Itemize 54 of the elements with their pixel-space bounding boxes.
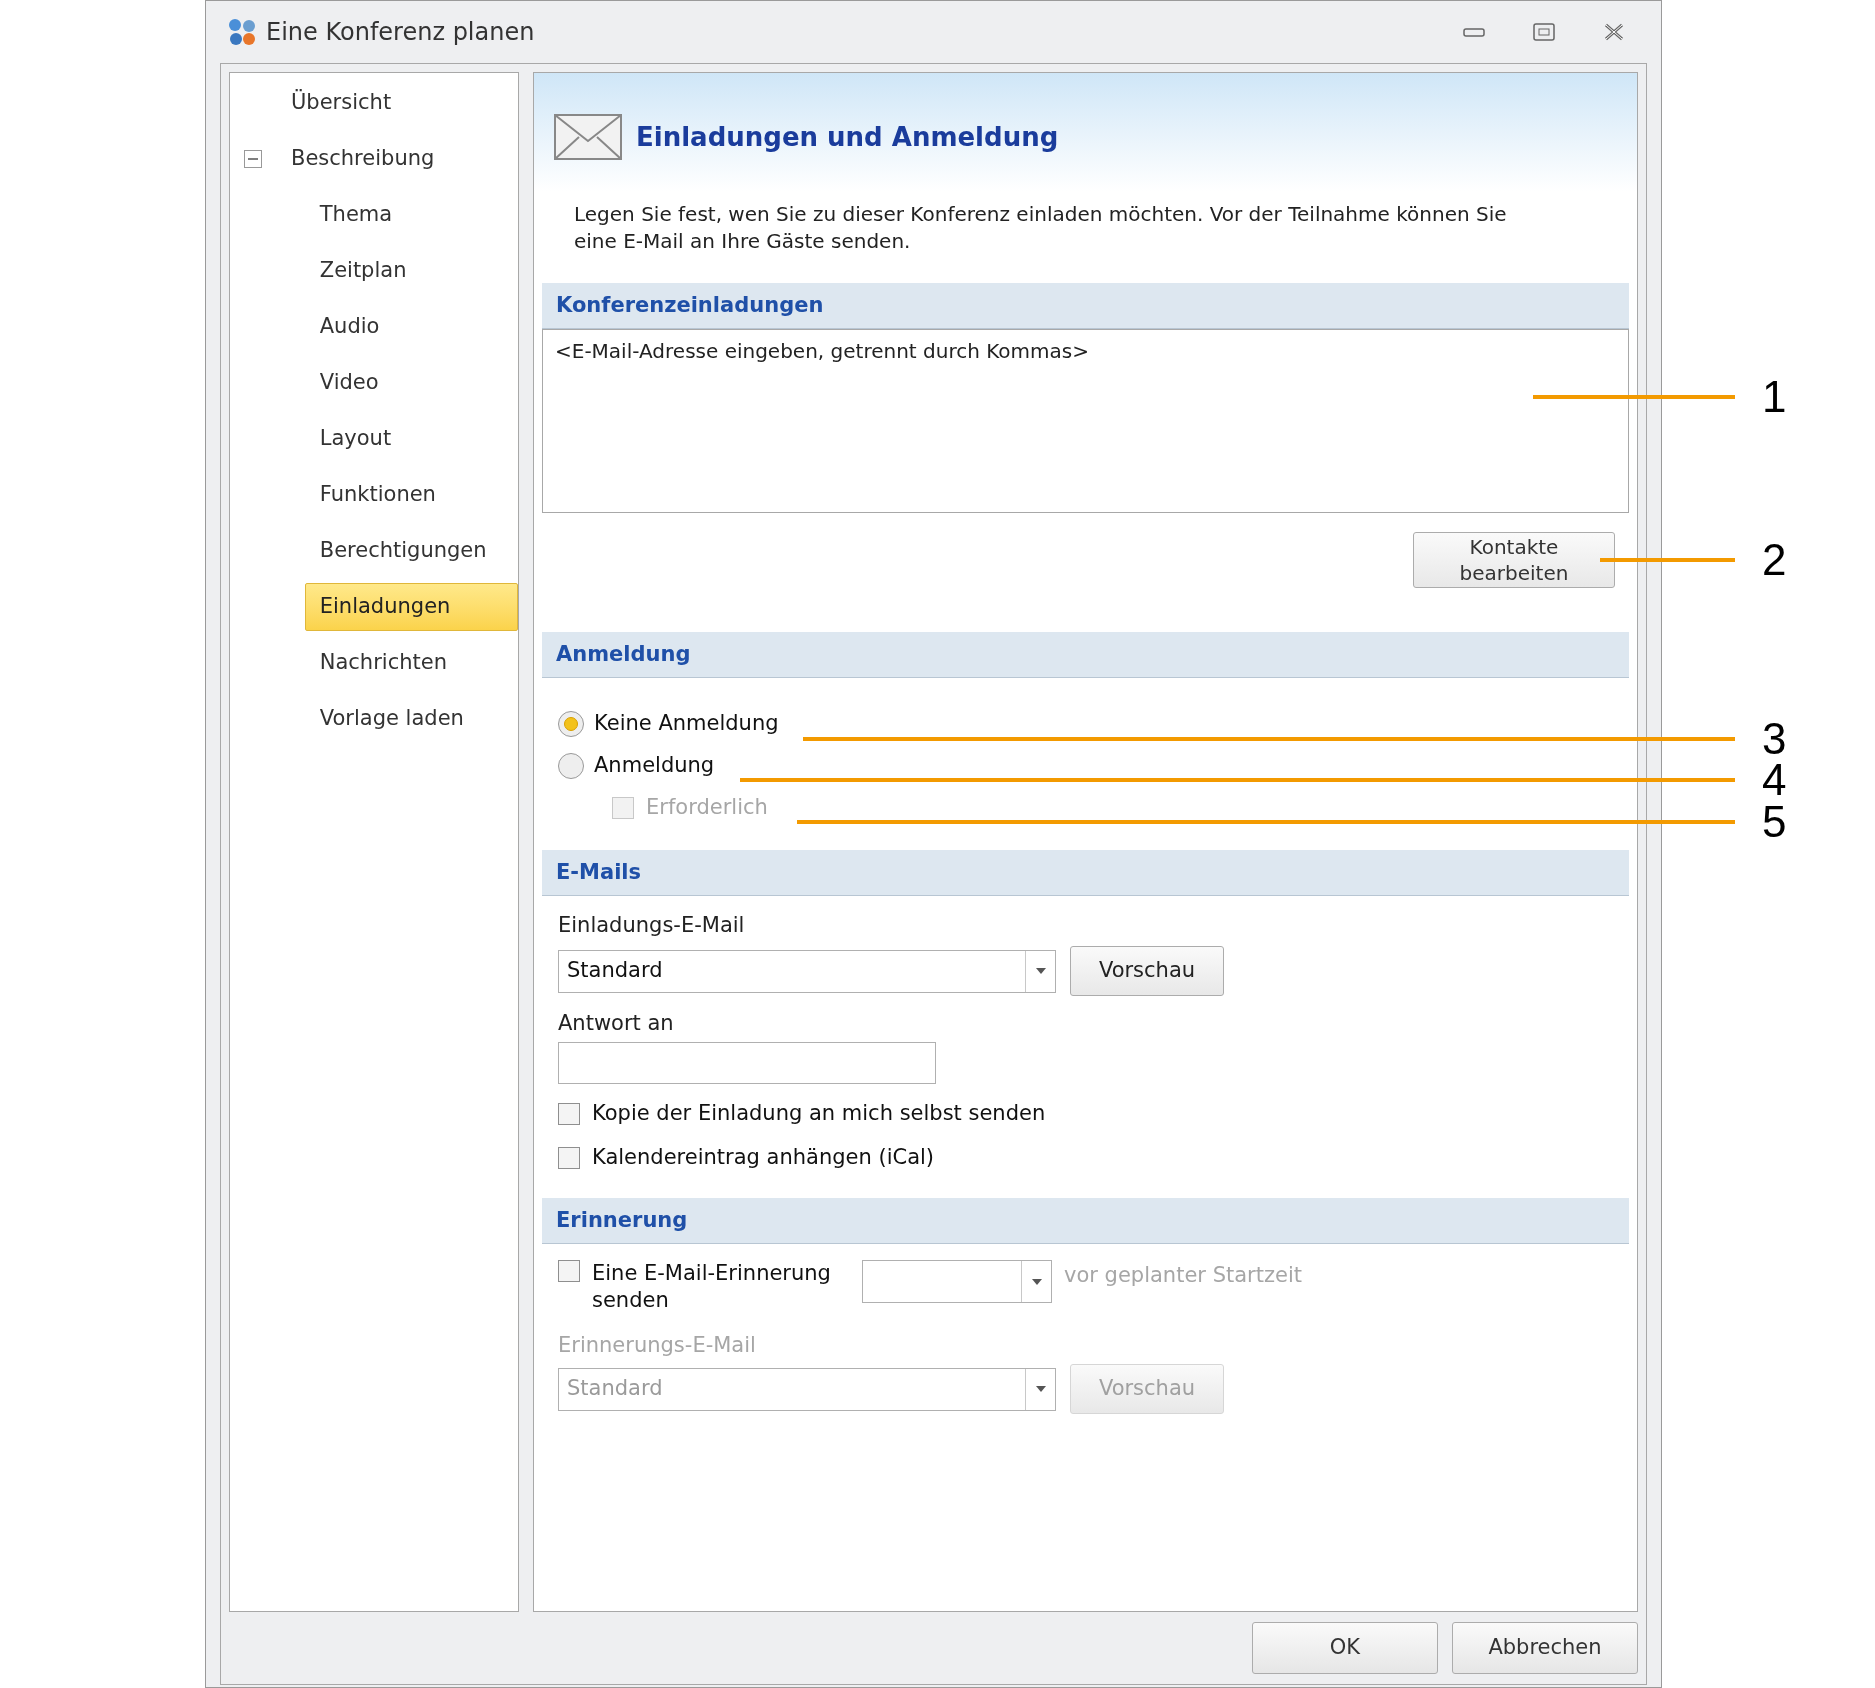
dropdown-value: Standard [566,1375,664,1403]
radio-label: Anmeldung [594,752,715,780]
close-icon[interactable] [1603,22,1625,42]
email-input-field[interactable]: <E-Mail-Adresse eingeben, getrennt durch Kommas> [542,329,1629,513]
app-logo-icon [226,17,258,47]
cancel-button[interactable]: Abbrechen [1452,1622,1638,1674]
edit-contacts-button[interactable]: Kontakte bearbeiten [1413,532,1615,588]
callout-number: 1 [1762,373,1787,421]
reminder-time-text: vor geplanter Startzeit [1064,1262,1302,1289]
sidebar-item[interactable]: Video [304,359,518,407]
sidebar-item[interactable]: Funktionen [304,471,518,519]
section-header: Anmeldung [542,632,1629,678]
dropdown-value: Standard [566,957,664,985]
radio-button[interactable] [558,753,584,779]
checkbox-label: Eine E-Mail-Erinnerung senden [592,1260,832,1314]
section-header: Konferenzeinladungen [542,283,1629,329]
sidebar-item[interactable]: Layout [304,415,518,463]
checkbox-label: Kalendereintrag anhängen (iCal) [592,1144,935,1172]
sidebar-item[interactable]: Berechtigungen [304,527,518,575]
radio-label: Keine Anmeldung [594,710,779,738]
field-label: Antwort an [558,1010,675,1037]
sidebar-item[interactable]: Nachrichten [304,639,518,687]
checkbox-label: Kopie der Einladung an mich selbst senden [592,1100,1046,1128]
sidebar-item[interactable]: Einladungen [304,583,518,631]
checkbox-label: Erforderlich [646,794,768,822]
page-title: Einladungen und Anmeldung [636,120,1059,154]
minimize-icon[interactable] [1463,26,1485,38]
radio-button[interactable] [558,711,584,737]
window-title: Eine Konferenz planen [266,17,535,48]
sidebar-item[interactable]: Vorlage laden [304,695,518,743]
dropdown[interactable]: Standard [558,949,1056,993]
field-label: Einladungs-E-Mail [558,912,746,939]
ok-button[interactable]: OK [1252,1622,1438,1674]
field-label: Erinnerungs-E-Mail [558,1332,757,1359]
sidebar-item[interactable]: Zeitplan [304,247,518,295]
checkbox[interactable] [558,1103,580,1125]
envelope-icon [554,114,622,160]
dropdown-caret-icon [1035,968,1046,974]
dropdown[interactable] [862,1260,1052,1303]
description-text: Legen Sie fest, wen Sie zu dieser Konferenz einladen möchten. Vor der Teilnahme können Sie eine E-Mail an Ihre Gäste senden. [573,201,1508,255]
sidebar-item[interactable]: Übersicht [276,79,492,127]
section-header: Erinnerung [542,1198,1629,1244]
section-header: E-Mails [542,850,1629,896]
sidebar-item[interactable]: Thema [304,191,518,239]
dropdown-caret-icon [1031,1278,1042,1285]
preview-button[interactable]: Vorschau [1070,946,1224,996]
callout-number: 2 [1762,536,1787,584]
checkbox[interactable] [558,1147,580,1169]
sidebar-item[interactable]: Beschreibung [276,135,492,183]
reply-to-field[interactable] [558,1042,936,1084]
sidebar-item[interactable]: Audio [304,303,518,351]
maximize-icon[interactable] [1533,23,1555,41]
dropdown-caret-icon [1035,1386,1046,1392]
collapse-icon[interactable] [244,150,262,168]
